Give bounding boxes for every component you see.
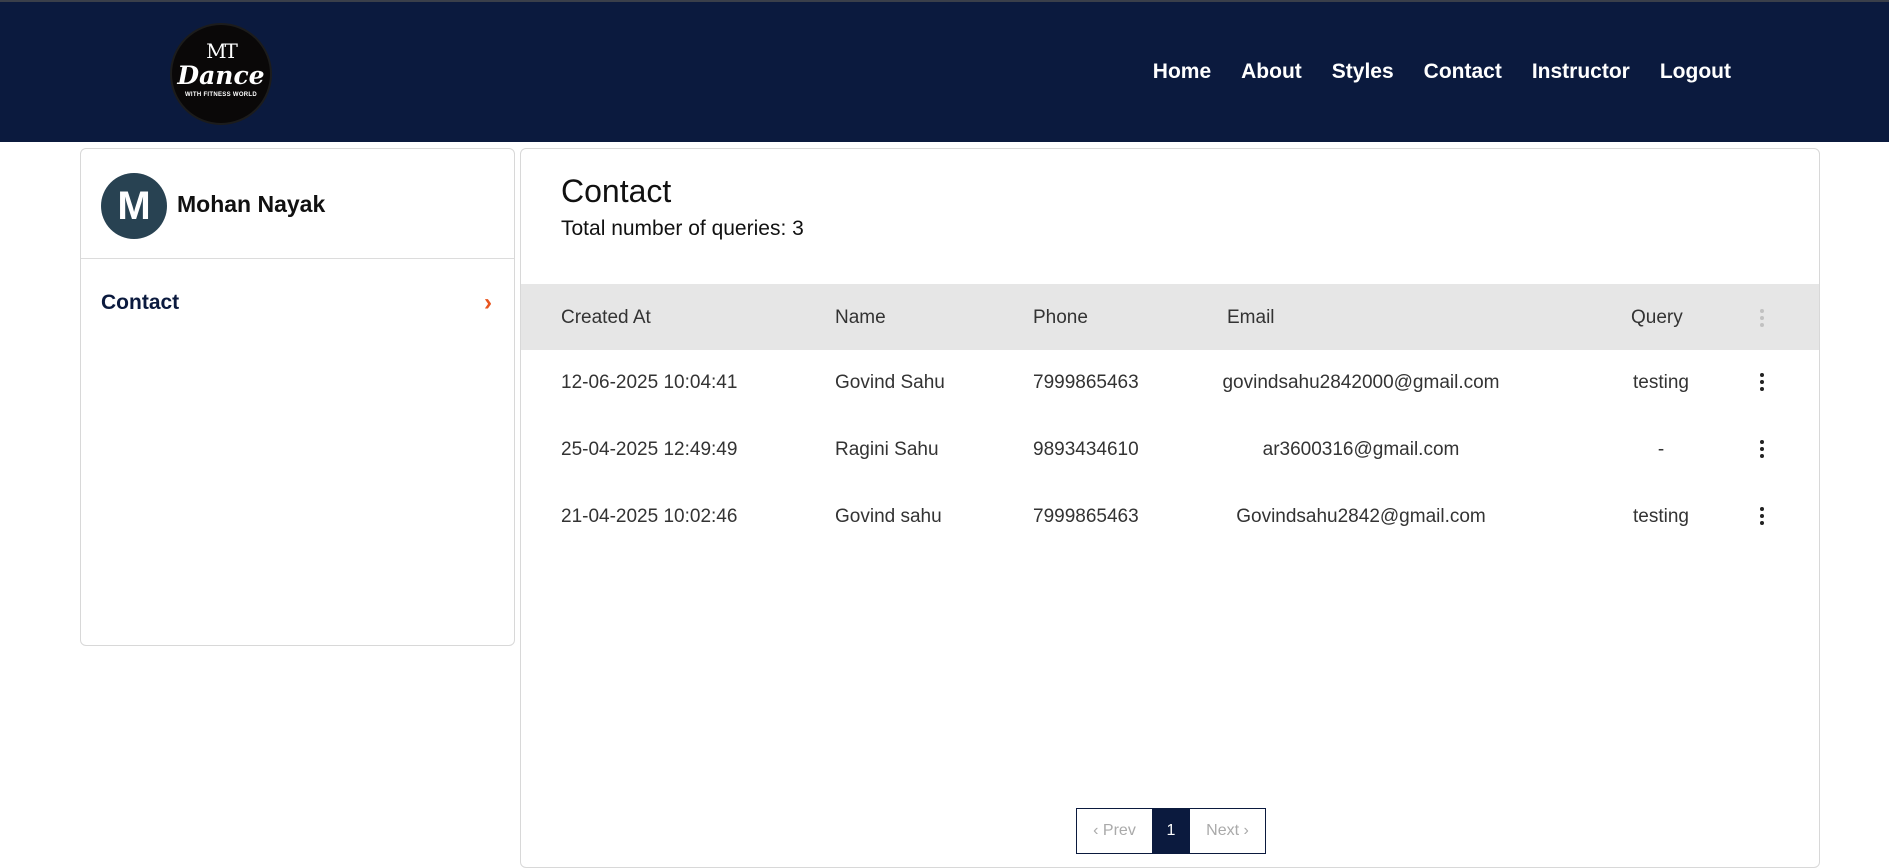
brand-logo[interactable]: MT Dance WITH FITNESS WORLD [170, 23, 272, 125]
sidebar-item-contact[interactable]: Contact › [81, 279, 514, 327]
nav-contact-link[interactable]: Contact [1424, 60, 1502, 84]
cell-phone: 7999865463 [1033, 506, 1139, 527]
cell-created-at: 25-04-2025 12:49:49 [561, 439, 738, 460]
cell-query: - [1657, 439, 1665, 460]
page-1-button[interactable]: 1 [1152, 809, 1190, 853]
nav-about-link[interactable]: About [1241, 60, 1302, 84]
sidebar-item-label: Contact [101, 291, 180, 314]
cell-phone: 7999865463 [1033, 372, 1139, 393]
column-header-created-at[interactable]: Created At [561, 307, 651, 329]
cell-email: govindsahu2842000@gmail.com [1222, 372, 1500, 393]
cell-email: Govindsahu2842@gmail.com [1236, 506, 1486, 527]
logo-tagline: WITH FITNESS WORLD [184, 92, 258, 98]
contact-panel: Contact Total number of queries: 3 Creat… [520, 148, 1820, 868]
cell-email: ar3600316@gmail.com [1262, 439, 1460, 460]
cell-name: Govind Sahu [835, 372, 945, 393]
user-name: Mohan Nayak [177, 191, 326, 217]
profile-card: M Mohan Nayak [81, 149, 514, 259]
kebab-menu-icon [1755, 306, 1769, 330]
cell-phone: 9893434610 [1033, 439, 1139, 460]
nav-styles-link[interactable]: Styles [1332, 60, 1394, 84]
table-row: 21-04-2025 10:02:46 Govind sahu 79998654… [521, 484, 1819, 551]
chevron-right-icon: › [484, 289, 492, 316]
cell-query: testing [1633, 506, 1689, 527]
cell-name: Ragini Sahu [835, 439, 939, 460]
cell-created-at: 12-06-2025 10:04:41 [561, 372, 738, 393]
cell-created-at: 21-04-2025 10:02:46 [561, 506, 738, 527]
column-header-query[interactable]: Query [1631, 307, 1683, 329]
prev-page-button[interactable]: ‹ Prev [1077, 809, 1152, 853]
cell-name: Govind sahu [835, 506, 942, 527]
logo-mt-text: MT [206, 39, 238, 63]
sidebar: M Mohan Nayak Contact › [80, 148, 515, 646]
row-actions-kebab-icon[interactable] [1755, 437, 1769, 461]
table-row: 25-04-2025 12:49:49 Ragini Sahu 98934346… [521, 417, 1819, 484]
nav-instructor-link[interactable]: Instructor [1532, 60, 1630, 84]
query-count: Total number of queries: 3 [561, 217, 804, 240]
column-header-phone[interactable]: Phone [1033, 307, 1088, 329]
row-actions-kebab-icon[interactable] [1755, 370, 1769, 394]
pagination: ‹ Prev 1 Next › [1076, 808, 1266, 854]
column-header-name[interactable]: Name [835, 307, 886, 329]
top-navbar: MT Dance WITH FITNESS WORLD Home About S… [0, 0, 1889, 142]
nav-logout-link[interactable]: Logout [1660, 60, 1731, 84]
logo-dance-text: Dance [177, 61, 265, 90]
column-header-email[interactable]: Email [1227, 307, 1275, 329]
row-actions-kebab-icon[interactable] [1755, 504, 1769, 528]
main-nav: Home About Styles Contact Instructor Log… [1123, 60, 1731, 84]
table-row: 12-06-2025 10:04:41 Govind Sahu 79998654… [521, 350, 1819, 417]
page-title: Contact [561, 173, 672, 209]
avatar: M [101, 173, 167, 239]
nav-home-link[interactable]: Home [1153, 60, 1211, 84]
next-page-button[interactable]: Next › [1190, 809, 1265, 853]
table-header: Created At Name Phone Email Query [521, 284, 1819, 350]
cell-query: testing [1633, 372, 1689, 393]
